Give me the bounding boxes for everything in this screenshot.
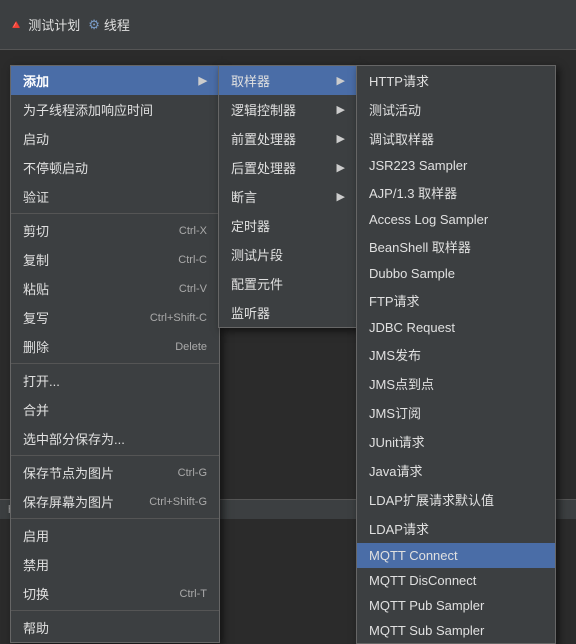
menu3-item-http-request[interactable]: HTTP请求 (357, 66, 555, 95)
menu1-item-duplicate[interactable]: 复写Ctrl+Shift-C (11, 303, 219, 332)
menu1-item-disable[interactable]: 禁用 (11, 550, 219, 579)
menu1-item-start-no-pause[interactable]: 不停顿启动 (11, 153, 219, 182)
top-bar: 🔺 测试计划 ⚙ 线程 (0, 0, 576, 50)
menu1-item-save-selection[interactable]: 选中部分保存为... (11, 424, 219, 453)
top-bar-title: 测试计划 (28, 15, 80, 34)
menu-divider (11, 213, 219, 214)
menu3-item-java-request[interactable]: Java请求 (357, 456, 555, 485)
menu1-item-help[interactable]: 帮助 (11, 613, 219, 642)
context-menu-1: 添加▶为子线程添加响应时间启动不停顿启动验证剪切Ctrl-X复制Ctrl-C粘贴… (10, 65, 220, 643)
menu3-item-debug-sampler[interactable]: 调试取样器 (357, 124, 555, 153)
menu3-item-jsr223-sampler[interactable]: JSR223 Sampler (357, 153, 555, 178)
menu1-item-paste[interactable]: 粘贴Ctrl-V (11, 274, 219, 303)
menu3-item-ldap-extended[interactable]: LDAP扩展请求默认值 (357, 485, 555, 514)
menu3-item-ftp-request[interactable]: FTP请求 (357, 286, 555, 315)
menu3-item-test-activity[interactable]: 测试活动 (357, 95, 555, 124)
menu3-item-jms-publish[interactable]: JMS发布 (357, 340, 555, 369)
menu3-item-junit-request[interactable]: JUnit请求 (357, 427, 555, 456)
menu3-item-beanshell-sampler[interactable]: BeanShell 取样器 (357, 232, 555, 261)
context-menu-3: HTTP请求测试活动调试取样器JSR223 SamplerAJP/1.3 取样器… (356, 65, 556, 644)
menu1-item-start[interactable]: 启动 (11, 124, 219, 153)
top-bar-subtitle: 线程 (104, 15, 130, 34)
menu2-item-assertion[interactable]: 断言▶ (219, 182, 357, 211)
menu2-item-sampler[interactable]: 取样器▶ (219, 66, 357, 95)
menu1-item-save-screen-as-image[interactable]: 保存屏幕为图片Ctrl+Shift-G (11, 487, 219, 516)
menu3-item-access-log-sampler[interactable]: Access Log Sampler (357, 207, 555, 232)
menu3-item-mqtt-pub-sampler[interactable]: MQTT Pub Sampler (357, 593, 555, 618)
menu2-item-test-fragment[interactable]: 测试片段 (219, 240, 357, 269)
menu1-item-validate[interactable]: 验证 (11, 182, 219, 211)
menu2-item-listener[interactable]: 监听器 (219, 298, 357, 327)
menu1-item-open[interactable]: 打开... (11, 366, 219, 395)
menu3-item-ajp-sampler[interactable]: AJP/1.3 取样器 (357, 178, 555, 207)
menu3-item-dubbo-sample[interactable]: Dubbo Sample (357, 261, 555, 286)
context-menu-2: 取样器▶逻辑控制器▶前置处理器▶后置处理器▶断言▶定时器测试片段配置元件监听器 (218, 65, 358, 328)
menu2-item-pre-processor[interactable]: 前置处理器▶ (219, 124, 357, 153)
menu-divider (11, 610, 219, 611)
menu3-item-jdbc-request[interactable]: JDBC Request (357, 315, 555, 340)
menu3-item-mqtt-connect[interactable]: MQTT Connect (357, 543, 555, 568)
menu1-item-delete[interactable]: 删除Delete (11, 332, 219, 361)
menu1-item-copy[interactable]: 复制Ctrl-C (11, 245, 219, 274)
menu2-item-config-element[interactable]: 配置元件 (219, 269, 357, 298)
menu3-item-mqtt-sub-sampler[interactable]: MQTT Sub Sampler (357, 618, 555, 643)
menu2-item-timer[interactable]: 定时器 (219, 211, 357, 240)
menu3-item-ldap-request[interactable]: LDAP请求 (357, 514, 555, 543)
menu-divider (11, 363, 219, 364)
tree-icon: 🔺 (8, 17, 24, 33)
menu1-item-cut[interactable]: 剪切Ctrl-X (11, 216, 219, 245)
menu1-item-add[interactable]: 添加▶ (11, 66, 219, 95)
menu3-item-jms-point[interactable]: JMS点到点 (357, 369, 555, 398)
menu2-item-logic-controller[interactable]: 逻辑控制器▶ (219, 95, 357, 124)
menu3-item-jms-subscribe[interactable]: JMS订阅 (357, 398, 555, 427)
menu1-item-add-think-time[interactable]: 为子线程添加响应时间 (11, 95, 219, 124)
menu-divider (11, 455, 219, 456)
menu1-item-toggle[interactable]: 切换Ctrl-T (11, 579, 219, 608)
menu1-item-enable[interactable]: 启用 (11, 521, 219, 550)
menu1-item-merge[interactable]: 合并 (11, 395, 219, 424)
gear-icon: ⚙ (88, 17, 100, 33)
menu1-item-save-node-as-image[interactable]: 保存节点为图片Ctrl-G (11, 458, 219, 487)
menu3-item-mqtt-disconnect[interactable]: MQTT DisConnect (357, 568, 555, 593)
menu2-item-post-processor[interactable]: 后置处理器▶ (219, 153, 357, 182)
